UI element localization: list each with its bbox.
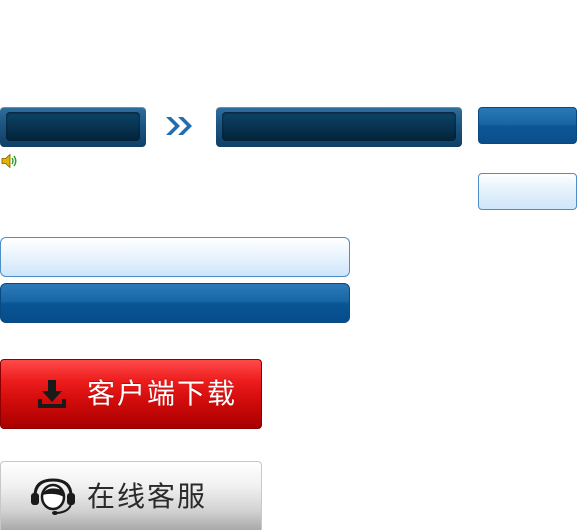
online-service-button[interactable]: 在线客服 — [0, 461, 262, 530]
dark-input-box-2[interactable] — [216, 107, 462, 147]
dark-input-box-1[interactable] — [0, 107, 146, 147]
online-service-label: 在线客服 — [87, 480, 208, 513]
speaker-icon[interactable] — [1, 153, 18, 169]
headset-agent-icon — [31, 478, 75, 515]
secondary-button[interactable] — [478, 173, 577, 210]
double-chevron-right-icon — [166, 117, 192, 135]
primary-button[interactable] — [478, 107, 577, 144]
download-icon — [38, 380, 66, 408]
wide-dark-button[interactable] — [0, 283, 350, 323]
dark-input-field-2[interactable] — [222, 112, 456, 141]
client-download-button[interactable]: 客户端下载 — [0, 359, 262, 429]
client-download-label: 客户端下载 — [87, 377, 238, 410]
wide-light-button[interactable] — [0, 237, 350, 277]
dark-input-field-1[interactable] — [6, 112, 140, 141]
